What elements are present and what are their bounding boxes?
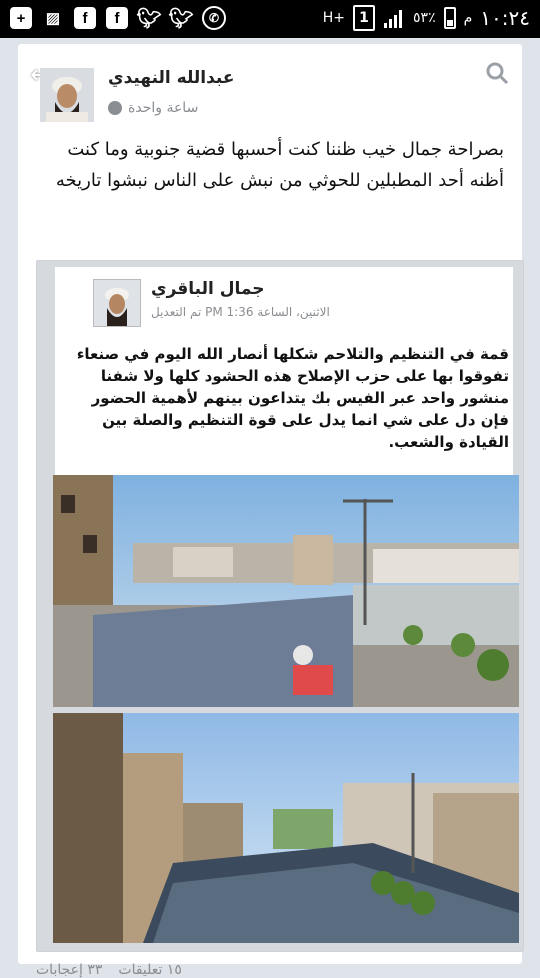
- shared-post-header: جمال الباقري الاثنين، الساعة 1:36 PM تم …: [55, 267, 513, 475]
- crowd-photo-2: [53, 713, 519, 943]
- ampm: م: [463, 10, 473, 26]
- add-icon: +: [10, 7, 32, 29]
- comments-count[interactable]: ١٥ تعليقات: [118, 962, 182, 978]
- post-card: ← عبدالله النهيدي ساعة واحدة بصراحة جمال…: [18, 44, 524, 978]
- twitter-icon: 🐦︎: [136, 7, 162, 30]
- shared-author-avatar: [93, 279, 141, 327]
- post-text-line: بصراحة جمال خيب ظننا كنت أحسبها قضية جنو…: [67, 139, 504, 160]
- post-meta: ساعة واحدة: [108, 100, 198, 116]
- globe-icon: [108, 101, 122, 115]
- sim-icon: 1: [353, 5, 376, 31]
- shared-text-line: قمة في التنظيم والتلاحم شكلها أنصار الله…: [76, 345, 509, 363]
- post-stats: ١٥ تعليقات ٣٣ إعجابات: [36, 962, 182, 978]
- shared-text-line: منشور واحد عبر الفيس بك يتداعون بينهم لأ…: [91, 389, 509, 407]
- post-time: ساعة واحدة: [128, 100, 199, 116]
- crowd-photo-1: [53, 475, 519, 707]
- status-bar: + ▨ f f 🐦︎ 🐦︎ ✆ H+ 1 ٥٣٪ م ١٠:٢٤: [0, 0, 540, 38]
- facebook-icon: f: [74, 7, 96, 29]
- network-type: H+: [322, 10, 346, 26]
- facebook-icon: f: [106, 7, 128, 29]
- shared-author-name: جمال الباقري: [151, 279, 265, 299]
- post-text-line: أظنه أحد المطبلين للحوثي من نبش على النا…: [55, 170, 504, 191]
- battery-percent: ٥٣٪: [413, 10, 436, 26]
- shared-post-meta: الاثنين، الساعة 1:36 PM تم التعديل: [151, 305, 330, 319]
- search-icon[interactable]: [484, 60, 510, 86]
- shared-screenshot[interactable]: جمال الباقري الاثنين، الساعة 1:36 PM تم …: [36, 260, 524, 952]
- post-text: بصراحة جمال خيب ظننا كنت أحسبها قضية جنو…: [18, 134, 510, 196]
- signal-icon: [384, 10, 403, 28]
- shared-text-line: فإن دل على شي انما يدل على قوة التنظيم و…: [102, 411, 509, 429]
- twitter-icon: 🐦︎: [168, 7, 194, 30]
- no-sim-icon: ▨: [45, 10, 61, 27]
- shared-post-text: قمة في التنظيم والتلاحم شكلها أنصار الله…: [65, 343, 509, 453]
- author-name[interactable]: عبدالله النهيدي: [108, 68, 234, 88]
- shared-text-line: تفوقوا بها على حزب الإصلاح هذه الحشود كل…: [100, 367, 509, 385]
- battery-icon: [443, 7, 456, 29]
- likes-count[interactable]: ٣٣ إعجابات: [36, 962, 102, 978]
- clock: ١٠:٢٤: [480, 6, 530, 30]
- author-avatar[interactable]: [40, 68, 94, 122]
- whatsapp-icon: ✆: [202, 6, 226, 30]
- shared-text-line: القيادة والشعب.: [388, 433, 509, 451]
